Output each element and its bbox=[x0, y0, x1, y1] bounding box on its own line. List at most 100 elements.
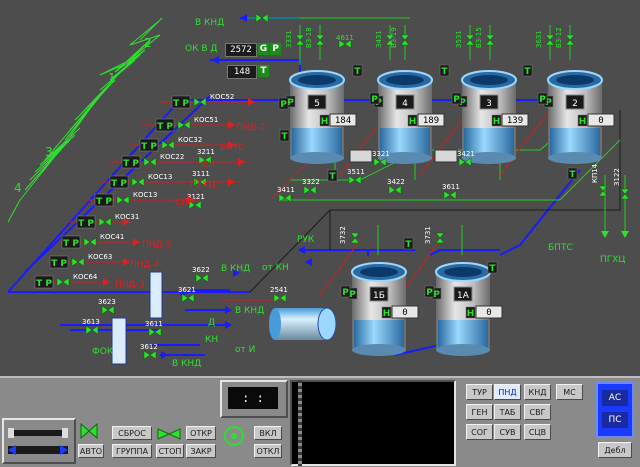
valve-КОС51-1[interactable] bbox=[177, 120, 191, 130]
t-indicator-4: Т bbox=[403, 237, 414, 250]
slider-track-bottom[interactable] bbox=[8, 446, 68, 454]
slider-track-top[interactable] bbox=[14, 430, 62, 436]
valve-В3-18[interactable] bbox=[315, 34, 325, 46]
valve-КОС13-5[interactable] bbox=[116, 195, 130, 205]
stop-button[interactable]: СТОП bbox=[156, 444, 184, 458]
valve-КОС31-6[interactable] bbox=[98, 217, 112, 227]
valve-code-label: КОС41 bbox=[100, 233, 124, 241]
tanks-group: 5Н184Р4Н189Р3Н139Р2Н0Р1БН0Р1АН0Р bbox=[285, 70, 615, 356]
valve-КП14[interactable] bbox=[598, 185, 608, 197]
off-button[interactable]: ОТКЛ bbox=[254, 444, 282, 458]
svg-text:Т: Т bbox=[405, 240, 412, 250]
ok-vd-label: ОК В Д bbox=[185, 44, 218, 54]
svg-text:Н: Н bbox=[579, 117, 587, 127]
control-panel: АВТО СБРОС ГРУППА ОТКР СТОП ЗАКР : : ВКЛ… bbox=[0, 376, 640, 467]
valve-label: 3322 bbox=[302, 178, 320, 186]
system-button-СЦВ[interactable]: СЦВ bbox=[524, 424, 551, 440]
system-button-СОГ[interactable]: СОГ bbox=[466, 424, 493, 440]
deaerator-cylinder[interactable] bbox=[269, 307, 337, 341]
valve-label: 3621 bbox=[178, 286, 196, 294]
system-button-ТУР[interactable]: ТУР bbox=[466, 384, 493, 400]
valve-3422[interactable] bbox=[388, 185, 402, 195]
valve-3411[interactable] bbox=[278, 193, 292, 203]
tank-level-value: 184 bbox=[335, 116, 351, 126]
valve-label: В3-19 bbox=[390, 27, 398, 48]
valve-3531[interactable] bbox=[465, 34, 475, 46]
valve-code-label: КОС64 bbox=[73, 273, 98, 281]
valve-В3-15[interactable] bbox=[485, 34, 495, 46]
slider-handle-left[interactable] bbox=[8, 428, 14, 438]
pump-3321[interactable] bbox=[349, 149, 373, 163]
arrow-left-icon[interactable] bbox=[8, 445, 16, 455]
close-button[interactable]: ЗАКР bbox=[186, 444, 216, 458]
tank-1[interactable]: 5Н 184Р bbox=[285, 70, 357, 164]
valve-3732[interactable] bbox=[350, 232, 360, 244]
valve-2541[interactable] bbox=[273, 293, 287, 303]
pump-3421[interactable] bbox=[434, 149, 458, 163]
valve-3621[interactable] bbox=[181, 293, 195, 303]
arrow-right-icon[interactable] bbox=[60, 445, 68, 455]
tank-5[interactable]: 1БН 0Р bbox=[347, 262, 419, 356]
svg-text:Н: Н bbox=[467, 309, 475, 319]
message-scrollbar[interactable] bbox=[298, 380, 302, 466]
valve-3322[interactable] bbox=[303, 185, 317, 195]
valve-3122[interactable] bbox=[620, 188, 630, 200]
valve-code-label: КОС32 bbox=[178, 136, 202, 144]
tank-6[interactable]: 1АН 0Р bbox=[431, 262, 503, 356]
tp-indicator: Т Р bbox=[139, 138, 159, 152]
deblock-button[interactable]: Дебл bbox=[598, 442, 632, 458]
valve-code-label: КОС13 bbox=[133, 191, 157, 199]
system-button-ПНД[interactable]: ПНД bbox=[494, 384, 521, 400]
tank-level-value: 0 bbox=[598, 116, 603, 126]
group-button[interactable]: ГРУППА bbox=[112, 444, 152, 458]
tank-4[interactable]: 2Н 0Р bbox=[543, 70, 615, 164]
valve-В3-19[interactable] bbox=[400, 34, 410, 46]
system-button-СУВ[interactable]: СУВ bbox=[494, 424, 521, 440]
system-button-ТАБ[interactable]: ТАБ bbox=[494, 404, 521, 420]
on-button[interactable]: ВКЛ bbox=[254, 426, 282, 440]
valve-3622[interactable] bbox=[195, 273, 209, 283]
system-button-СВГ[interactable]: СВГ bbox=[524, 404, 551, 420]
valve-label: 3211 bbox=[197, 148, 215, 156]
system-button-МС[interactable]: МС bbox=[556, 384, 583, 400]
valve-3623[interactable] bbox=[101, 305, 115, 315]
valve-3731[interactable] bbox=[435, 232, 445, 244]
svg-text:Р: Р bbox=[453, 95, 460, 105]
open-button[interactable]: ОТКР bbox=[186, 426, 216, 440]
slider-handle-right[interactable] bbox=[62, 428, 68, 438]
tank-id-label: 1А bbox=[457, 291, 470, 301]
svg-text:Т Р: Т Р bbox=[36, 279, 52, 289]
valve-КОС63-8[interactable] bbox=[71, 257, 85, 267]
valve-КОС41-7[interactable] bbox=[83, 237, 97, 247]
valve-3331[interactable] bbox=[295, 34, 305, 46]
level-h-indicator: Н bbox=[319, 114, 330, 127]
t-indicator-1: Т bbox=[439, 64, 450, 77]
valve-3631[interactable] bbox=[545, 34, 555, 46]
valve-3611[interactable] bbox=[443, 190, 457, 200]
valve-КОС64-9[interactable] bbox=[56, 277, 70, 287]
auto-button[interactable]: АВТО bbox=[78, 444, 104, 458]
valve-3613[interactable] bbox=[85, 325, 99, 335]
destination-label: ПНД-4 bbox=[130, 260, 160, 270]
hx-number-2: 2 bbox=[144, 36, 152, 50]
arrow-kn bbox=[225, 321, 232, 329]
ps-button[interactable]: ПС bbox=[602, 412, 628, 428]
reset-button[interactable]: СБРОС bbox=[112, 426, 152, 440]
valve-label: 4611 bbox=[336, 34, 354, 42]
valve-label: 3732 bbox=[339, 226, 347, 244]
valve-КОС32-2[interactable] bbox=[161, 140, 175, 150]
tp-indicator: Т Р bbox=[94, 193, 114, 207]
valve-top-knd[interactable] bbox=[255, 13, 269, 23]
valve-3612[interactable] bbox=[143, 350, 157, 360]
p-indicator: P bbox=[270, 43, 281, 55]
valve-3511[interactable] bbox=[348, 175, 362, 185]
system-button-КНД[interactable]: КНД bbox=[524, 384, 551, 400]
t-indicator-6: Т bbox=[567, 167, 578, 180]
as-button[interactable]: АС bbox=[602, 390, 628, 406]
valve-В3-12[interactable] bbox=[565, 34, 575, 46]
valve-КОС22-3[interactable] bbox=[143, 157, 157, 167]
system-button-ГЕН[interactable]: ГЕН bbox=[466, 404, 493, 420]
destination-label: ПНД-3 bbox=[115, 280, 145, 290]
valve-КОС13-4[interactable] bbox=[131, 177, 145, 187]
tp-indicator: Т Р bbox=[155, 118, 175, 132]
